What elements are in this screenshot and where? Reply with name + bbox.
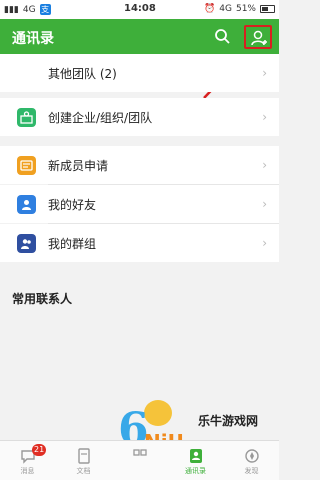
status-bar: ▮▮▮ 4G 支 14:08 ⏰ 4G 51% — [0, 0, 279, 19]
add-contact-icon — [251, 30, 267, 46]
app-bar: 通讯录 — [0, 19, 279, 54]
chevron-right-icon: › — [262, 110, 267, 124]
other-team-label: 其他团队 (2) — [48, 66, 117, 81]
tab-contacts[interactable]: 通讯录 — [168, 441, 223, 480]
watermark-site: 乐牛游戏网 — [198, 414, 259, 428]
contacts-icon — [189, 449, 202, 463]
network-type: 4G — [22, 4, 36, 15]
status-left: ▮▮▮ 4G 支 — [4, 4, 51, 15]
tab-label: 消息 — [20, 467, 35, 475]
network-type-right: 4G — [219, 4, 232, 14]
signal-icon: ▮▮▮ — [4, 4, 19, 15]
new-member-label: 新成员申请 — [48, 158, 109, 173]
compass-icon — [244, 449, 259, 463]
list-item-my-groups[interactable]: 我的群组 › — [0, 224, 279, 262]
list-item-create-org[interactable]: 创建企业/组织/团队 › — [0, 98, 279, 136]
alarm-icon: ⏰ — [204, 4, 216, 14]
list-item-my-friends[interactable]: 我的好友 › — [0, 185, 279, 223]
my-friends-label: 我的好友 — [48, 197, 97, 212]
clock: 14:08 — [124, 3, 156, 14]
document-icon — [77, 448, 90, 464]
search-icon[interactable] — [213, 27, 233, 47]
new-member-icon — [17, 155, 36, 175]
group-icon — [17, 233, 36, 253]
tab-documents[interactable]: 文档 — [56, 441, 111, 480]
chevron-right-icon: › — [262, 197, 267, 211]
apps-icon — [132, 449, 147, 456]
organization-icon — [17, 107, 36, 127]
chevron-right-icon: › — [262, 236, 267, 250]
unread-badge: 21 — [32, 444, 47, 456]
friend-icon — [17, 194, 36, 214]
my-groups-label: 我的群组 — [48, 236, 97, 251]
page-title: 通讯录 — [12, 31, 54, 47]
chevron-right-icon: › — [262, 66, 267, 80]
tab-messages[interactable]: 消息 21 — [0, 441, 55, 480]
create-org-label: 创建企业/组织/团队 — [48, 110, 153, 125]
add-contact-button[interactable] — [244, 25, 272, 49]
alipay-icon: 支 — [39, 4, 51, 15]
tab-discover[interactable]: 发现 — [224, 441, 279, 480]
bottom-tab-bar: 消息 21 文档 通讯录 发现 — [0, 440, 279, 480]
chevron-right-icon: › — [262, 158, 267, 172]
list-item-other-team[interactable]: 其他团队 (2) › — [0, 54, 279, 92]
status-right: ⏰ 4G 51% — [204, 4, 275, 14]
battery-icon — [260, 5, 275, 13]
tab-label: 通讯录 — [185, 467, 206, 475]
tab-middle[interactable] — [112, 441, 167, 480]
battery-level: 51% — [235, 4, 256, 14]
tab-label: 文档 — [76, 467, 91, 475]
frequent-contacts-heading: 常用联系人 — [12, 292, 73, 306]
tab-label: 发现 — [244, 467, 259, 475]
list-item-new-member[interactable]: 新成员申请 › — [0, 146, 279, 184]
